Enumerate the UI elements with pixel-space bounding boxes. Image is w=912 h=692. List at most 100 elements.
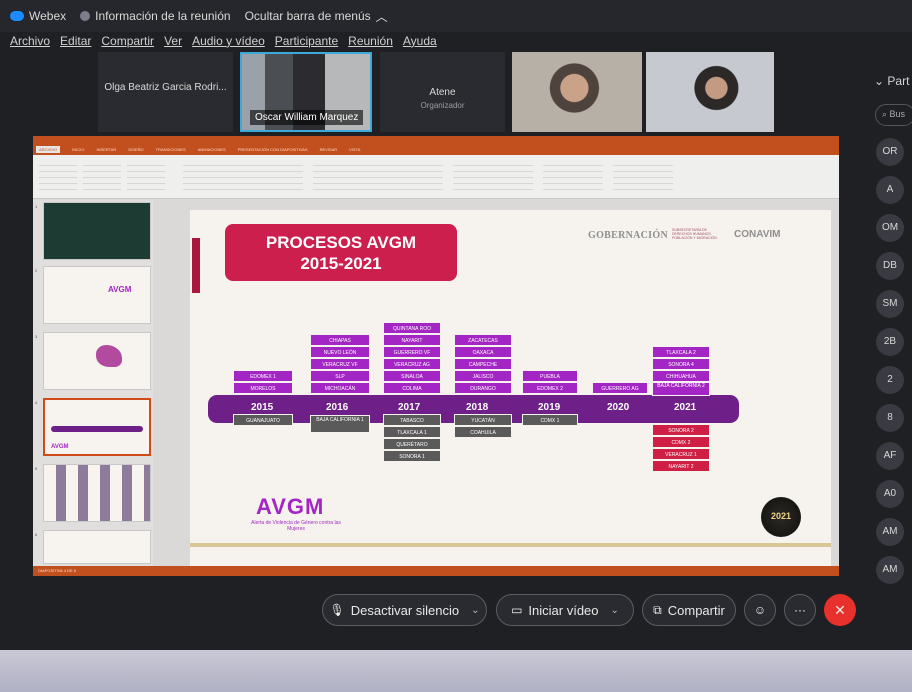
- year-label: 2018: [466, 402, 489, 413]
- mute-label: Desactivar silencio: [350, 602, 460, 618]
- more-options-button[interactable]: ···: [784, 594, 816, 626]
- state-box: VERACRUZ VF: [310, 358, 370, 370]
- ribbon-group[interactable]: [183, 160, 303, 192]
- participant-avatar[interactable]: AF: [876, 442, 904, 470]
- state-box: COAHUILA: [454, 426, 512, 438]
- ribbon-group[interactable]: [613, 160, 673, 192]
- timeline-graphic: [51, 426, 143, 432]
- chevron-up-icon: ︿: [375, 9, 388, 24]
- state-box: NUEVO LEÓN: [310, 346, 370, 358]
- participant-name: Atene: [429, 87, 456, 98]
- slide-thumbnails: 1 2 AVGM 3 4 AVGM 5 6: [33, 200, 153, 566]
- state-box: SLP: [310, 370, 370, 382]
- state-box: EDOMEX 2: [522, 382, 578, 394]
- state-box: PUEBLA: [522, 370, 578, 382]
- participant-search-input[interactable]: ⌕ Bus: [875, 104, 912, 126]
- hide-menu-button[interactable]: Ocultar barra de menús ︿: [245, 8, 388, 25]
- year-label: 2017: [398, 402, 421, 413]
- state-box: TLAXCALA 2: [652, 346, 710, 358]
- webex-app[interactable]: Webex: [10, 9, 66, 23]
- gobernacion-logo: GOBERNACIÓN: [588, 230, 668, 241]
- shared-powerpoint-window: ARCHIVO INICIO INSERTAR DISEÑO TRANSICIO…: [33, 136, 839, 576]
- year-label: 2020: [607, 402, 630, 413]
- ribbon-group[interactable]: [83, 160, 121, 192]
- ppt-tab[interactable]: INICIO: [72, 147, 84, 152]
- menu-ayuda[interactable]: Ayuda: [403, 34, 437, 54]
- reactions-button[interactable]: ☺: [744, 594, 776, 626]
- chevron-down-icon[interactable]: ⌄: [611, 605, 619, 616]
- chevron-down-icon[interactable]: ⌄: [471, 605, 479, 616]
- slide-thumbnail[interactable]: AVGM: [43, 266, 151, 324]
- share-label: Compartir: [667, 602, 725, 618]
- ppt-ribbon-tabs: ARCHIVO INICIO INSERTAR DISEÑO TRANSICIO…: [33, 144, 839, 155]
- webex-title-bar: Webex Información de la reunión Ocultar …: [0, 0, 912, 32]
- desk-background: [0, 650, 912, 692]
- menu-compartir[interactable]: Compartir: [101, 34, 154, 54]
- participant-avatar[interactable]: 8: [876, 404, 904, 432]
- monitor-screen: Webex Información de la reunión Ocultar …: [0, 0, 912, 650]
- ppt-tab[interactable]: PRESENTACIÓN CON DIAPOSITIVAS: [238, 147, 308, 152]
- state-box: SINALOA: [383, 370, 441, 382]
- ppt-tab[interactable]: ANIMACIONES: [198, 147, 226, 152]
- panel-title-text: Part: [887, 74, 910, 88]
- participant-avatar[interactable]: A: [876, 176, 904, 204]
- ribbon-group[interactable]: [39, 160, 77, 192]
- participant-tile[interactable]: Atene Organizador: [380, 52, 505, 132]
- menu-editar[interactable]: Editar: [60, 34, 91, 54]
- state-box: YUCATÁN: [454, 414, 512, 426]
- slide-thumbnail-selected[interactable]: AVGM: [43, 398, 151, 456]
- state-box: TABASCO: [383, 414, 441, 426]
- participant-avatar[interactable]: A0: [876, 480, 904, 508]
- ribbon-group[interactable]: [453, 160, 533, 192]
- share-button[interactable]: ⧉ Compartir: [642, 594, 736, 626]
- slide-thumbnail[interactable]: [43, 202, 151, 260]
- slide-thumbnail[interactable]: [43, 464, 151, 522]
- slide-thumbnail[interactable]: [43, 530, 151, 564]
- chevron-down-icon[interactable]: ⌄: [874, 74, 887, 88]
- slide-footer-line: [190, 543, 831, 547]
- ppt-tab[interactable]: INSERTAR: [96, 147, 116, 152]
- search-icon: ⌕: [882, 109, 890, 119]
- ribbon-group[interactable]: [313, 160, 443, 192]
- state-box: MORELOS: [233, 382, 293, 394]
- menu-reunion[interactable]: Reunión: [348, 34, 393, 54]
- participant-avatar[interactable]: OR: [876, 138, 904, 166]
- webex-logo-icon: [10, 11, 24, 21]
- menu-audio-video[interactable]: Audio y vídeo: [192, 34, 265, 54]
- participant-avatar[interactable]: AM: [876, 518, 904, 546]
- slide-thumbnail[interactable]: [43, 332, 151, 390]
- ppt-tab[interactable]: REVISAR: [320, 147, 338, 152]
- participant-avatar[interactable]: DB: [876, 252, 904, 280]
- ppt-tab[interactable]: TRANSICIONES: [156, 147, 186, 152]
- ppt-tab[interactable]: VISTA: [349, 147, 360, 152]
- ribbon-group[interactable]: [543, 160, 603, 192]
- ribbon-group[interactable]: [127, 160, 165, 192]
- participant-video-tile[interactable]: [646, 52, 774, 132]
- thumb-number: 3: [35, 334, 38, 339]
- leave-meeting-button[interactable]: ✕: [824, 594, 856, 626]
- state-box: QUERÉTARO: [383, 438, 441, 450]
- participant-tile[interactable]: Olga Beatriz Garcia Rodri...: [98, 52, 233, 132]
- participant-video-tile[interactable]: [512, 52, 642, 132]
- state-box: SONORA 4: [652, 358, 710, 370]
- mute-button[interactable]: 🎙 Desactivar silencio ⌄: [322, 594, 487, 626]
- participant-avatar[interactable]: 2B: [876, 328, 904, 356]
- menu-ver[interactable]: Ver: [164, 34, 182, 54]
- ppt-status-bar: DIAPOSITIVA 4 DE 6: [33, 566, 839, 576]
- start-video-button[interactable]: ▭ Iniciar vídeo ⌄: [496, 594, 634, 626]
- ppt-tab[interactable]: ARCHIVO: [36, 146, 61, 153]
- state-box: GUERRERO VF: [383, 346, 441, 358]
- meeting-info-button[interactable]: Información de la reunión: [80, 9, 231, 23]
- participant-avatar[interactable]: AM: [876, 556, 904, 584]
- participant-avatar[interactable]: 2: [876, 366, 904, 394]
- menu-participante[interactable]: Participante: [275, 34, 338, 54]
- menu-archivo[interactable]: Archivo: [10, 34, 50, 54]
- participant-tile-active-speaker[interactable]: Oscar William Marquez: [240, 52, 372, 132]
- ppt-tab[interactable]: DISEÑO: [128, 147, 143, 152]
- thumb-label: AVGM: [51, 444, 69, 450]
- participant-avatar[interactable]: OM: [876, 214, 904, 242]
- participant-avatar[interactable]: SM: [876, 290, 904, 318]
- year-label: 2019: [538, 402, 561, 413]
- state-box: CDMX 2: [652, 436, 710, 448]
- state-box: SONORA 2: [652, 424, 710, 436]
